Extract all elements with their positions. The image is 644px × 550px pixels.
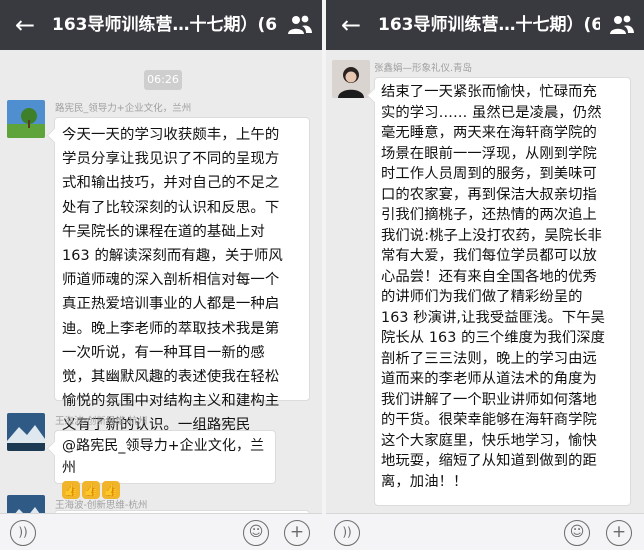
avatar-landscape-icon — [7, 100, 45, 138]
plus-icon[interactable]: + — [284, 520, 310, 546]
title-bar: ← 163导师训练营…十七期）(65) — [326, 0, 644, 50]
message-bubble[interactable]: 结束了一天紧张而愉快，忙碌而充 实的学习…… 虽然已是凌晨，仍然 毫无睡意，两天… — [374, 77, 631, 506]
message-text: 结束了一天紧张而愉快，忙碌而充 实的学习…… 虽然已是凌晨，仍然 毫无睡意，两天… — [381, 84, 606, 490]
emoji-icon[interactable]: ☺ — [243, 520, 269, 546]
voice-icon[interactable]: )) — [10, 520, 36, 546]
chat-pane-right: ← 163导师训练营…十七期）(65) 张鑫娟—形象礼仪.青岛 结束了一天紧张而… — [326, 0, 644, 550]
title-bar: ← 163导师训练营…十七期）(65) — [0, 0, 322, 50]
message-bubble[interactable]: @路宪民_领导力+企业文化，兰州 👍 👍 👍 — [54, 430, 276, 499]
message-bubble[interactable]: 今天一天的学习收获颇丰，上午的 学员分享让我见识了不同的呈现方 式和输出技巧，并… — [54, 117, 310, 433]
emoji-icon[interactable]: ☺ — [564, 520, 590, 546]
sender-name: 王海波-创新思维-杭州 — [55, 500, 148, 511]
sender-name: 张鑫娟—形象礼仪.青岛 — [374, 63, 473, 74]
avatar[interactable] — [7, 100, 45, 138]
avatar[interactable] — [7, 413, 45, 451]
group-members-icon[interactable] — [610, 14, 634, 36]
avatar[interactable] — [332, 60, 370, 98]
message-text: @路宪民_领导力+企业文化，兰州 — [62, 438, 265, 476]
back-arrow-icon[interactable]: ← — [10, 10, 40, 40]
chat-pane-left: ← 163导师训练营…十七期）(65) 06:26 路宪民_领导力+企业文化，兰… — [0, 0, 322, 550]
group-members-icon[interactable] — [288, 14, 312, 36]
plus-icon[interactable]: + — [606, 520, 632, 546]
avatar-mountain-icon — [7, 413, 45, 451]
message-text: 今天一天的学习收获颇丰，上午的 学员分享让我见识了不同的呈现方 式和输出技巧，并… — [62, 127, 283, 434]
voice-icon[interactable]: )) — [334, 520, 360, 546]
sender-name: 王海波-创新思维-杭州 — [55, 416, 148, 427]
sender-name: 路宪民_领导力+企业文化，兰州 — [55, 103, 192, 114]
time-badge: 06:26 — [144, 70, 182, 90]
back-arrow-icon[interactable]: ← — [336, 10, 366, 40]
input-bar: )) ☺ + — [326, 513, 644, 550]
input-bar: )) ☺ + — [0, 513, 322, 550]
chat-title: 163导师训练营…十七期）(65) — [52, 15, 278, 35]
avatar-portrait-icon — [332, 60, 370, 98]
chat-title: 163导师训练营…十七期）(65) — [378, 15, 600, 35]
